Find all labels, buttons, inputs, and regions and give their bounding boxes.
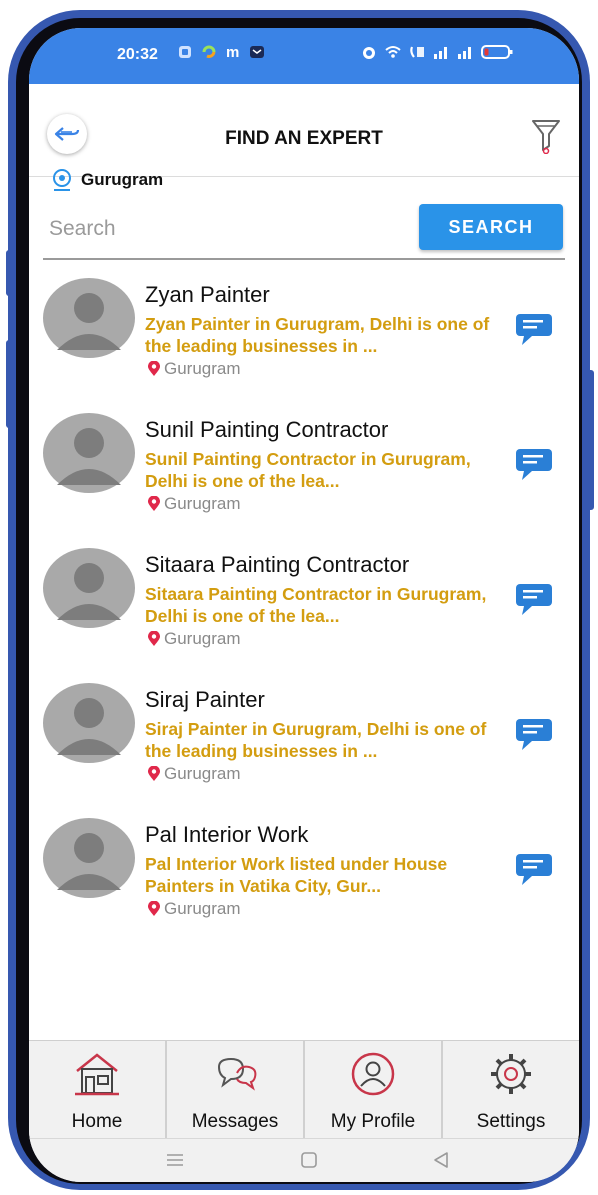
map-pin-icon [148,766,160,781]
notification-app-icon [179,46,191,58]
location-selector[interactable]: Gurugram [51,166,163,194]
nav-messages[interactable]: Messages [167,1041,305,1139]
filter-icon[interactable] [531,118,561,154]
volte-icon [410,46,424,58]
expert-description: Sunil Painting Contractor in Gurugram, D… [145,449,471,491]
location-label: Gurugram [81,170,164,189]
nav-home[interactable]: Home [29,1041,167,1139]
expert-name: Pal Interior Work [145,822,309,847]
list-item[interactable]: Siraj Painter Siraj Painter in Gurugram,… [29,671,579,806]
map-pin-icon [148,496,160,511]
chat-icon[interactable] [514,580,558,618]
status-bar: 20:32 m [29,28,579,84]
avatar [43,278,135,358]
map-pin-icon [148,901,160,916]
expert-location: Gurugram [147,764,241,784]
chat-icon[interactable] [514,310,558,348]
expert-description: Sitaara Painting Contractor in Gurugram,… [145,584,487,626]
expert-name: Sitaara Painting Contractor [145,552,410,577]
wifi-icon [385,46,401,58]
back-triangle-icon[interactable] [429,1149,453,1171]
expert-description: Siraj Painter in Gurugram, Delhi is one … [145,719,487,761]
page-title: FIND AN EXPERT [225,128,383,149]
mail-icon [250,46,264,58]
profile-icon [351,1052,395,1096]
expert-description: Zyan Painter in Gurugram, Delhi is one o… [145,314,490,356]
expert-name: Sunil Painting Contractor [145,417,389,442]
battery-icon [481,45,513,59]
expert-location-text: Gurugram [164,764,241,783]
nav-messages-label: Messages [191,1111,279,1132]
home-square-icon[interactable] [297,1149,321,1171]
sync-icon [202,45,216,58]
map-pin-icon [148,631,160,646]
signal-icon [434,47,447,59]
nav-settings-label: Settings [476,1111,546,1132]
nav-profile-label: My Profile [330,1111,416,1132]
expert-location-text: Gurugram [164,629,241,648]
app-header: FIND AN EXPERT [29,84,579,177]
menu-icon[interactable] [163,1149,187,1171]
expert-name: Siraj Painter [145,687,265,712]
avatar [43,548,135,628]
chat-icon[interactable] [514,850,558,888]
bottom-nav: Home Messages My Profile Settings [29,1040,579,1139]
expert-location: Gurugram [147,629,241,649]
chat-icon[interactable] [514,445,558,483]
expert-location: Gurugram [147,494,241,514]
avatar [43,818,135,898]
avatar [43,683,135,763]
system-status-icons [361,44,513,60]
home-icon [75,1053,119,1096]
location-pin-icon [53,169,71,191]
side-button [6,340,16,428]
notification-icons: m [177,44,265,60]
nav-settings[interactable]: Settings [443,1041,579,1139]
side-button [6,250,16,296]
search-button[interactable]: SEARCH [419,204,563,250]
avatar [43,413,135,493]
signal-icon [458,47,471,59]
map-pin-icon [148,361,160,376]
expert-location: Gurugram [147,899,241,919]
chat-bubbles-icon [217,1057,257,1091]
expert-location-text: Gurugram [164,494,241,513]
app-screen: 20:32 m FIND AN EXPERT Gurugram SEARCH [29,28,579,1182]
list-item[interactable]: Pal Interior Work Pal Interior Work list… [29,806,579,941]
list-item[interactable]: Sitaara Painting Contractor Sitaara Pain… [29,536,579,671]
side-button [586,370,594,510]
expert-description: Pal Interior Work listed under House Pai… [145,854,448,896]
expert-location-text: Gurugram [164,359,241,378]
alarm-icon [363,47,375,59]
gmail-m-icon: m [226,44,239,60]
system-nav-bar [29,1138,579,1182]
search-divider [43,258,565,260]
gear-icon [491,1054,531,1094]
status-time: 20:32 [117,46,158,63]
nav-home-label: Home [71,1111,123,1132]
list-item[interactable]: Zyan Painter Zyan Painter in Gurugram, D… [29,266,579,401]
nav-profile[interactable]: My Profile [305,1041,443,1139]
chat-icon[interactable] [514,715,558,753]
svg-text:m: m [226,44,239,60]
expert-name: Zyan Painter [145,282,270,307]
expert-location-text: Gurugram [164,899,241,918]
expert-location: Gurugram [147,359,241,379]
search-input[interactable] [47,208,371,250]
expert-list: Zyan Painter Zyan Painter in Gurugram, D… [29,266,579,941]
list-item[interactable]: Sunil Painting Contractor Sunil Painting… [29,401,579,536]
